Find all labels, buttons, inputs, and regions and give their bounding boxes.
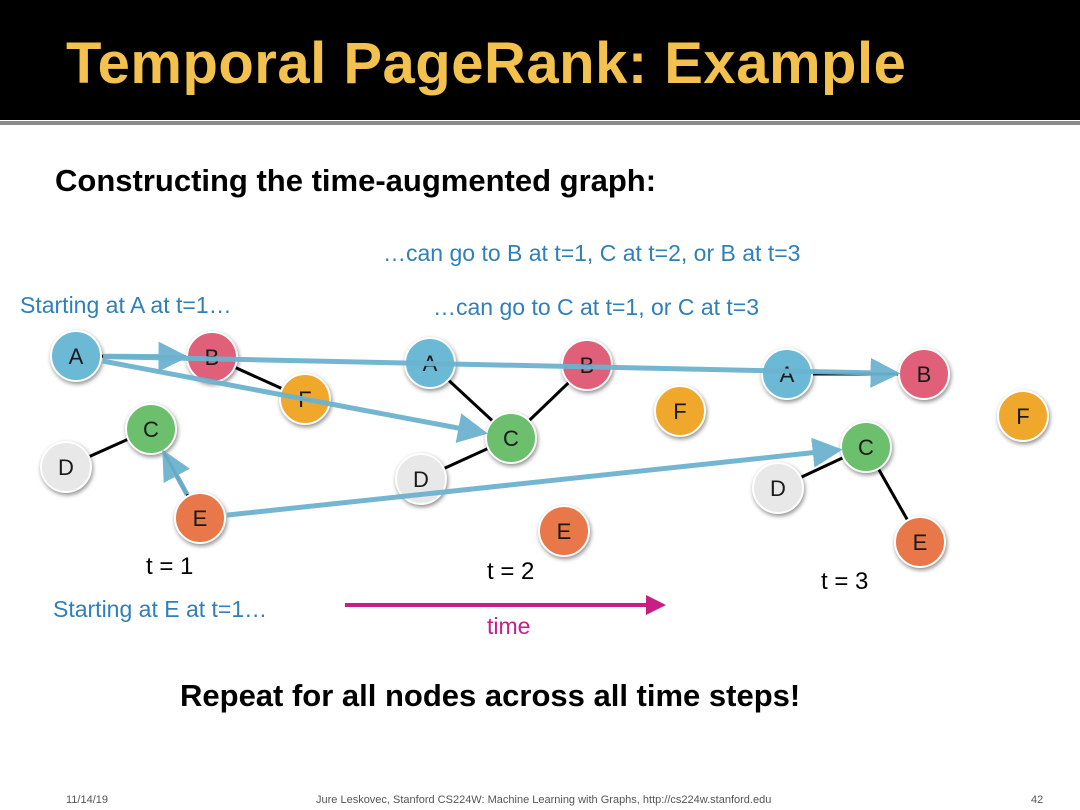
- note-start-e: Starting at E at t=1…: [53, 596, 268, 622]
- node-E-t2: E: [538, 505, 590, 557]
- node-C-t3: C: [840, 421, 892, 473]
- node-label: E: [913, 530, 928, 555]
- time-label-t1: t = 1: [146, 553, 194, 580]
- node-D-t3: D: [752, 462, 804, 514]
- node-A-t3: A: [761, 348, 813, 400]
- transition-arrow-E1-to-C3: [226, 437, 843, 518]
- note-start-a: Starting at A at t=1…: [20, 292, 232, 318]
- node-label: C: [503, 426, 519, 451]
- node-B-t3: B: [898, 348, 950, 400]
- node-label: A: [780, 362, 795, 387]
- time-label-t3: t = 3: [821, 568, 869, 595]
- note-a-paths: …can go to B at t=1, C at t=2, or B at t…: [383, 240, 801, 266]
- node-C-t2: C: [485, 412, 537, 464]
- note-e-paths: …can go to C at t=1, or C at t=3: [433, 294, 760, 320]
- transition-arrow-E1-to-C1: [162, 449, 190, 496]
- node-label: D: [770, 476, 786, 501]
- node-label: D: [58, 455, 74, 480]
- node-label: B: [917, 362, 932, 387]
- node-C-t1: C: [125, 403, 177, 455]
- node-D-t1: D: [40, 441, 92, 493]
- node-label: C: [858, 435, 874, 460]
- node-E-t1: E: [174, 492, 226, 544]
- node-label: A: [69, 344, 84, 369]
- node-label: F: [1016, 404, 1029, 429]
- node-label: F: [673, 399, 686, 424]
- node-label: D: [413, 467, 429, 492]
- node-label: E: [193, 506, 208, 531]
- node-F-t2: F: [654, 385, 706, 437]
- node-F-t3: F: [997, 390, 1049, 442]
- time-label-t2: t = 2: [487, 558, 535, 585]
- node-label: C: [143, 417, 159, 442]
- closing-statement: Repeat for all nodes across all time ste…: [180, 678, 801, 713]
- footer-credit: Jure Leskovec, Stanford CS224W: Machine …: [316, 794, 772, 806]
- node-E-t3: E: [894, 516, 946, 568]
- footer-page-number: 42: [1031, 794, 1044, 806]
- time-axis-label: time: [487, 613, 531, 639]
- footer-date: 11/14/19: [66, 794, 109, 806]
- node-A-t1: A: [50, 330, 102, 382]
- node-label: E: [557, 519, 572, 544]
